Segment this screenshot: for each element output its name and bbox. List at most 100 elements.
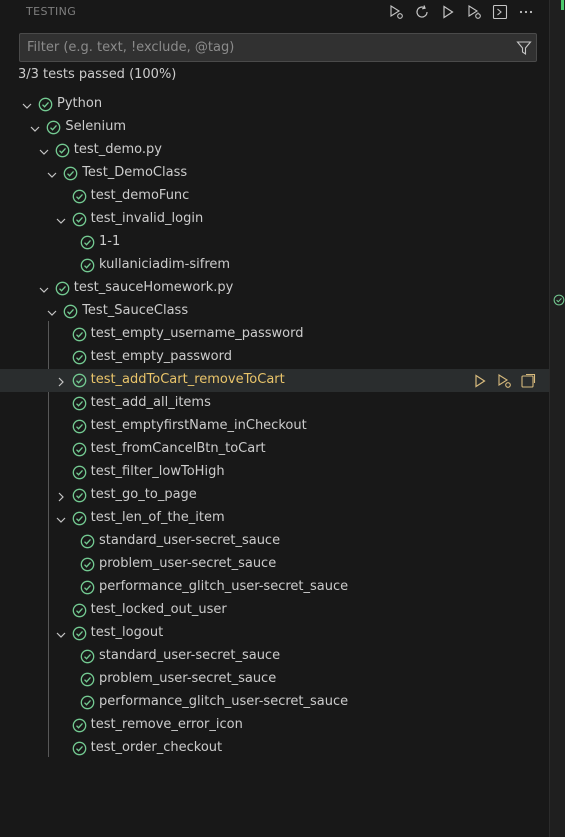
tree-item[interactable]: Selenium <box>0 116 549 139</box>
tree-item[interactable]: kullaniciadim-sifrem <box>0 254 549 277</box>
tree-item[interactable]: test_empty_password <box>0 346 549 369</box>
chevron-right-icon[interactable] <box>54 489 68 503</box>
row-actions <box>471 372 537 389</box>
tree-item-label: test_empty_password <box>90 349 232 364</box>
pass-check-icon <box>72 741 87 756</box>
tree-item-label: standard_user-secret_sauce <box>99 648 281 663</box>
pass-check-icon <box>72 465 87 480</box>
pass-check-icon <box>72 396 87 411</box>
chevron-down-icon[interactable] <box>28 121 42 135</box>
tree-item[interactable]: performance_glitch_user-secret_sauce <box>0 691 549 714</box>
pass-check-icon <box>46 120 61 135</box>
tree-item-label: test_locked_out_user <box>90 602 227 617</box>
tree-item-label: problem_user-secret_sauce <box>99 671 277 686</box>
tree-item[interactable]: standard_user-secret_sauce <box>0 530 549 553</box>
tree-item[interactable]: test_emptyfirstName_inCheckout <box>0 415 549 438</box>
testing-panel: TESTING 3/3 tests passed (100 <box>0 0 549 837</box>
tree-item[interactable]: standard_user-secret_sauce <box>0 645 549 668</box>
run-all-tests-icon[interactable] <box>437 2 459 22</box>
tree-item[interactable]: test_fromCancelBtn_toCart <box>0 438 549 461</box>
filter-input[interactable] <box>20 34 500 61</box>
tree-item-label: test_len_of_the_item <box>90 510 225 525</box>
chevron-down-icon[interactable] <box>20 98 34 112</box>
pass-check-icon <box>80 235 95 250</box>
tree-item[interactable]: test_demoFunc <box>0 185 549 208</box>
show-output-icon[interactable] <box>489 2 511 22</box>
filter-box <box>19 33 537 62</box>
chevron-down-icon[interactable] <box>37 282 51 296</box>
tree-item-label: test_order_checkout <box>90 740 223 755</box>
filter-icon[interactable] <box>516 40 532 56</box>
tree-item[interactable]: 1-1 <box>0 231 549 254</box>
run-test-icon[interactable] <box>471 372 489 389</box>
tree-item-label: test_emptyfirstName_inCheckout <box>90 418 307 433</box>
pass-check-icon <box>72 327 87 342</box>
tree-item[interactable]: Python <box>0 93 549 116</box>
refresh-tests-icon[interactable] <box>411 2 433 22</box>
test-tree: Python Selenium test_demo.py Test_DemoClass… <box>0 93 549 760</box>
run-tests-debug-icon[interactable] <box>385 2 407 22</box>
tree-item-label: Python <box>57 96 103 111</box>
tree-item[interactable]: test_filter_lowToHigh <box>0 461 549 484</box>
debug-all-tests-icon[interactable] <box>463 2 485 22</box>
tree-item[interactable]: test_add_all_items <box>0 392 549 415</box>
panel-title: TESTING <box>26 5 77 18</box>
chevron-down-icon[interactable] <box>37 144 51 158</box>
pass-check-icon <box>80 672 95 687</box>
pass-check-icon <box>72 511 87 526</box>
tree-item[interactable]: test_len_of_the_item <box>0 507 549 530</box>
pass-check-icon <box>63 166 78 181</box>
pass-check-icon <box>55 281 70 296</box>
tree-item-label: test_remove_error_icon <box>90 717 243 732</box>
pass-status-icon <box>553 291 565 310</box>
tree-item-label: test_add_all_items <box>90 395 211 410</box>
pass-check-icon <box>72 350 87 365</box>
pass-check-icon <box>72 603 87 618</box>
tree-item[interactable]: Test_SauceClass <box>0 300 549 323</box>
tree-item[interactable]: Test_DemoClass <box>0 162 549 185</box>
more-actions-icon[interactable] <box>515 2 537 22</box>
tree-item-label: test_demo.py <box>73 142 162 157</box>
pass-check-icon <box>72 488 87 503</box>
tree-item[interactable]: test_locked_out_user <box>0 599 549 622</box>
go-to-test-icon[interactable] <box>519 372 537 389</box>
tree-item[interactable]: test_addToCart_removeToCart <box>0 369 549 392</box>
pass-check-icon <box>72 419 87 434</box>
tree-item[interactable]: test_go_to_page <box>0 484 549 507</box>
tree-item[interactable]: test_order_checkout <box>0 737 549 760</box>
tree-item[interactable]: test_invalid_login <box>0 208 549 231</box>
chevron-down-icon[interactable] <box>45 305 59 319</box>
pass-check-icon <box>72 189 87 204</box>
tree-item[interactable]: test_logout <box>0 622 549 645</box>
tree-item[interactable]: test_sauceHomework.py <box>0 277 549 300</box>
tree-item[interactable]: problem_user-secret_sauce <box>0 668 549 691</box>
chevron-down-icon[interactable] <box>54 627 68 641</box>
tree-item-label: test_logout <box>90 625 164 640</box>
tree-item[interactable]: problem_user-secret_sauce <box>0 553 549 576</box>
pass-check-icon <box>80 534 95 549</box>
tree-item[interactable]: test_demo.py <box>0 139 549 162</box>
chevron-down-icon[interactable] <box>45 167 59 181</box>
chevron-down-icon[interactable] <box>54 213 68 227</box>
pass-check-icon <box>72 212 87 227</box>
tree-item-label: test_empty_username_password <box>90 326 304 341</box>
tree-item-label: performance_glitch_user-secret_sauce <box>99 694 349 709</box>
testing-toolbar <box>385 2 537 22</box>
chevron-right-icon[interactable] <box>54 374 68 388</box>
tree-item[interactable]: performance_glitch_user-secret_sauce <box>0 576 549 599</box>
editor-tab-marker <box>561 0 564 10</box>
pass-check-icon <box>38 97 53 112</box>
pass-check-icon <box>72 442 87 457</box>
pass-check-icon <box>72 718 87 733</box>
editor-gutter <box>549 0 565 837</box>
tree-item-label: standard_user-secret_sauce <box>99 533 281 548</box>
pass-check-icon <box>80 695 95 710</box>
chevron-down-icon[interactable] <box>54 512 68 526</box>
pass-check-icon <box>55 143 70 158</box>
testing-header: TESTING <box>0 0 549 24</box>
debug-test-icon[interactable] <box>495 372 513 389</box>
tree-item-label: Test_SauceClass <box>82 303 189 318</box>
tree-item[interactable]: test_remove_error_icon <box>0 714 549 737</box>
tree-item-label: test_go_to_page <box>90 487 197 502</box>
tree-item[interactable]: test_empty_username_password <box>0 323 549 346</box>
